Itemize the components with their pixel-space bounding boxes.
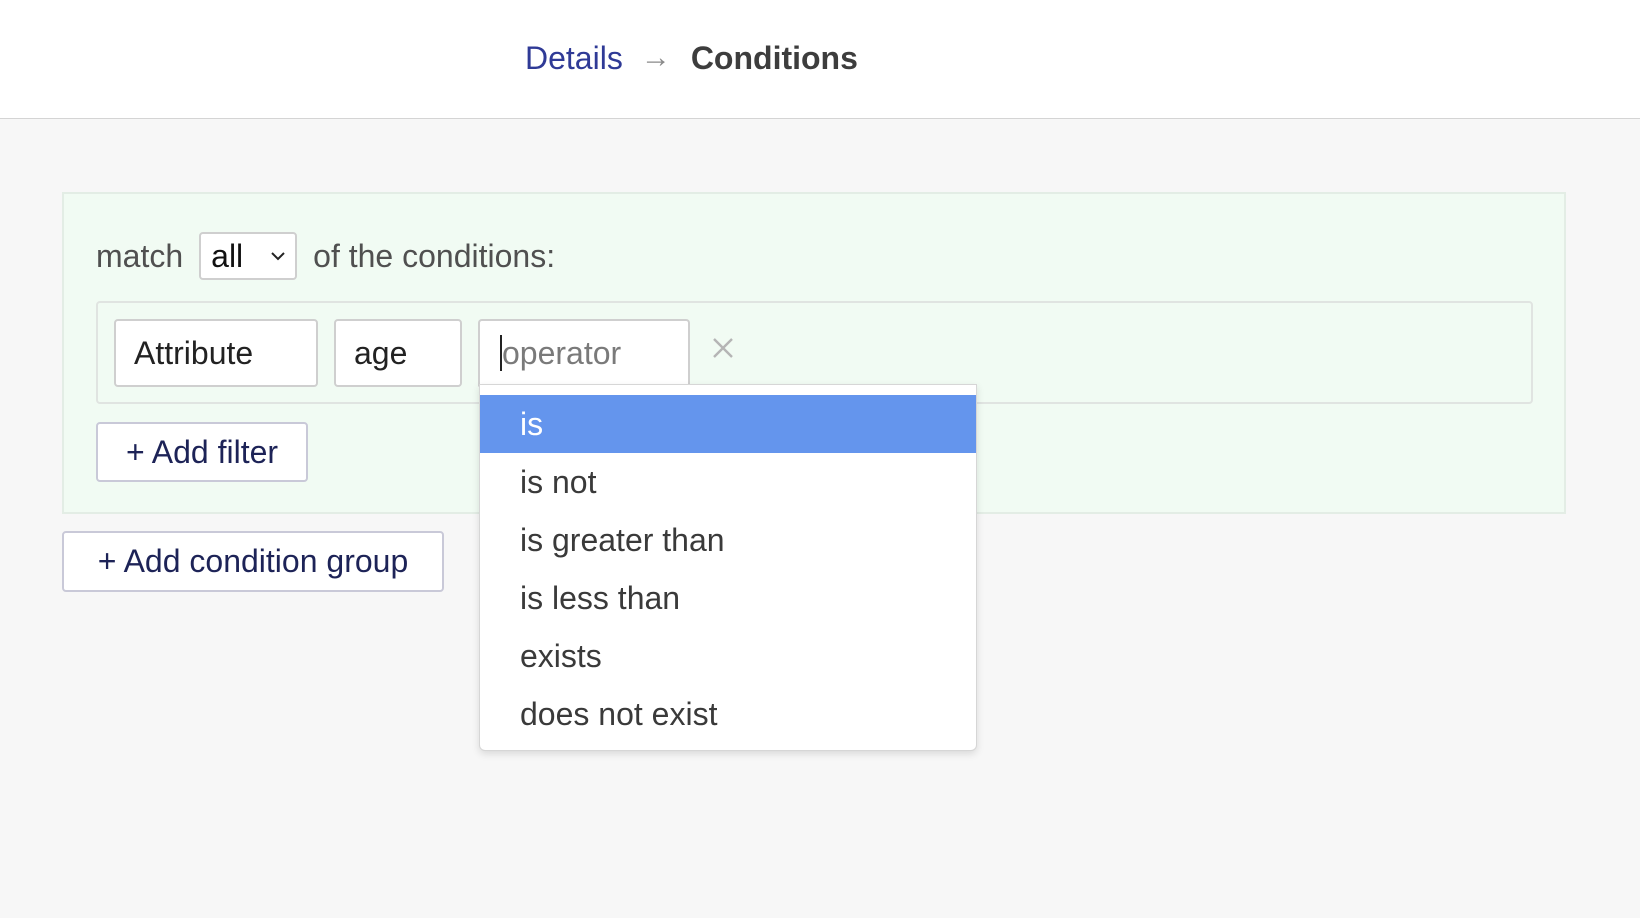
- attribute-name-field[interactable]: age: [334, 319, 462, 387]
- add-condition-group-button[interactable]: + Add condition group: [62, 531, 444, 592]
- operator-option[interactable]: exists: [480, 627, 976, 685]
- filter-type-value: Attribute: [134, 334, 254, 371]
- match-prefix-label: match: [96, 237, 184, 274]
- operator-option[interactable]: is less than: [480, 569, 976, 627]
- filter-type-field[interactable]: Attribute: [114, 319, 318, 387]
- operator-option[interactable]: is greater than: [480, 511, 976, 569]
- operator-option[interactable]: does not exist: [480, 685, 976, 743]
- chevron-down-icon: [271, 252, 285, 261]
- match-mode-select[interactable]: all: [199, 232, 298, 280]
- attribute-name-value: age: [354, 334, 408, 371]
- match-row: match all of the conditions:: [96, 232, 555, 280]
- page-header: Details → Conditions: [0, 0, 1640, 119]
- operator-placeholder: operator: [502, 334, 622, 371]
- breadcrumb-details-link[interactable]: Details: [525, 38, 623, 78]
- breadcrumb: Details → Conditions: [525, 38, 858, 78]
- match-suffix-label: of the conditions:: [313, 237, 556, 274]
- operator-option[interactable]: is not: [480, 453, 976, 511]
- close-icon[interactable]: [710, 335, 736, 361]
- operator-option[interactable]: is: [480, 395, 976, 453]
- add-filter-button[interactable]: + Add filter: [96, 422, 308, 482]
- right-arrow-icon: →: [640, 41, 671, 74]
- breadcrumb-current: Conditions: [690, 40, 858, 76]
- match-mode-value: all: [211, 237, 244, 274]
- operator-dropdown: is is not is greater than is less than e…: [479, 384, 977, 751]
- operator-input[interactable]: operator: [478, 319, 690, 387]
